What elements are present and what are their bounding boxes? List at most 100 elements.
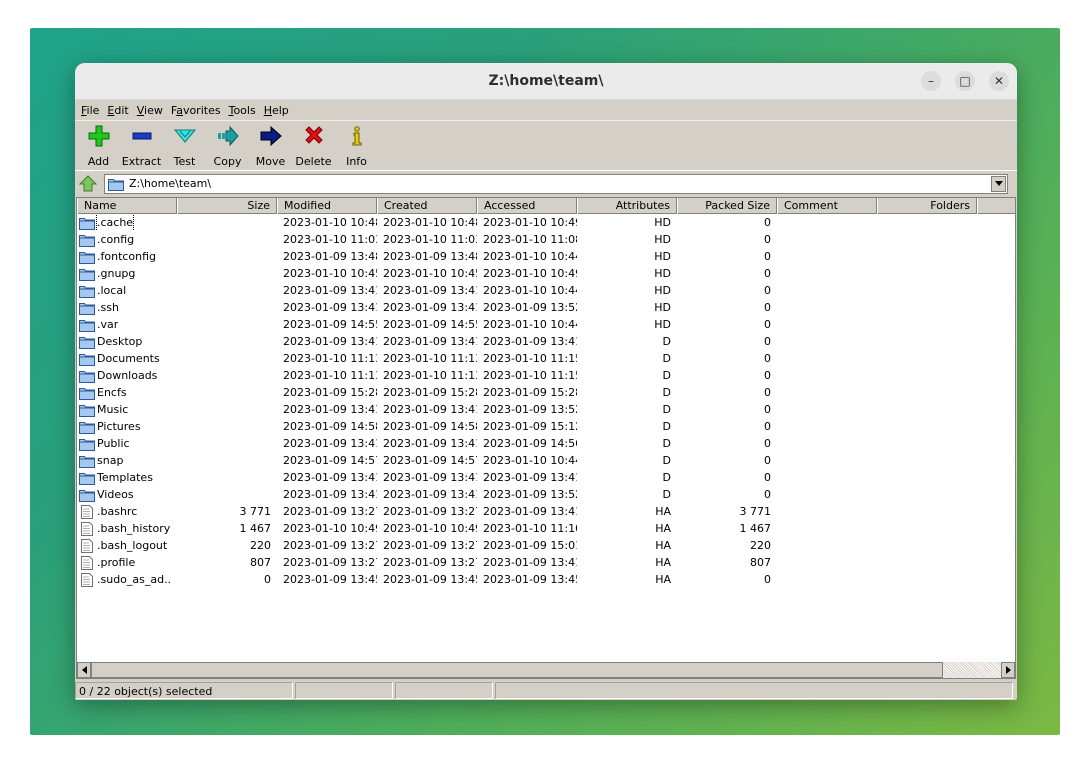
parent-folder-button[interactable] bbox=[78, 174, 98, 194]
cell-name: Music bbox=[77, 401, 177, 418]
cell-name: .config bbox=[77, 231, 177, 248]
column-header-folders[interactable]: Folders bbox=[877, 198, 977, 214]
column-header-name[interactable]: Name bbox=[77, 198, 177, 214]
menu-edit[interactable]: Edit bbox=[105, 104, 134, 117]
menu-favorites[interactable]: Favorites bbox=[169, 104, 227, 117]
cell-created: 2023-01-09 14:55 bbox=[383, 318, 477, 331]
table-row[interactable]: Templates 2023-01-09 13:41 2023-01-09 13:4… bbox=[77, 469, 1015, 486]
cell-accessed: 2023-01-09 13:45 bbox=[483, 573, 577, 586]
test-button[interactable]: Test bbox=[163, 123, 206, 170]
cell-packed-size: 220 bbox=[750, 539, 771, 552]
cell-attributes: HA bbox=[655, 539, 671, 552]
cell-attributes: D bbox=[662, 369, 671, 382]
cell-attributes: D bbox=[662, 386, 671, 399]
close-button[interactable]: ✕ bbox=[989, 71, 1009, 91]
copy-button[interactable]: Copy bbox=[206, 123, 249, 170]
move-button[interactable]: Move bbox=[249, 123, 292, 170]
cell-attributes: HD bbox=[654, 284, 671, 297]
table-row[interactable]: Videos 2023-01-09 13:41 2023-01-09 13:41 20… bbox=[77, 486, 1015, 503]
cell-packed-size: 807 bbox=[750, 556, 771, 569]
folder-icon bbox=[79, 472, 95, 485]
cell-size bbox=[177, 367, 277, 384]
cell-packed-size: 0 bbox=[764, 488, 771, 501]
cell-attributes: D bbox=[662, 335, 671, 348]
table-row[interactable]: .var 2023-01-09 14:55 2023-01-09 14:55 2023… bbox=[77, 316, 1015, 333]
scrollbar-thumb[interactable] bbox=[91, 662, 943, 678]
column-header-attributes[interactable]: Attributes bbox=[577, 198, 677, 214]
cell-modified: 2023-01-09 13:41 bbox=[283, 488, 377, 501]
file-list[interactable]: Name Size Modified Created Accessed Attr… bbox=[76, 197, 1016, 679]
scroll-left-button[interactable] bbox=[77, 662, 91, 678]
cell-size bbox=[177, 401, 277, 418]
folder-icon bbox=[79, 438, 95, 451]
file-name: Videos bbox=[97, 488, 134, 501]
menu-file[interactable]: File bbox=[79, 104, 105, 117]
table-row[interactable]: Music 2023-01-09 13:41 2023-01-09 13:41 202… bbox=[77, 401, 1015, 418]
cell-packed-size: 0 bbox=[764, 250, 771, 263]
cell-size bbox=[177, 418, 277, 435]
table-row[interactable]: .bash_history 1 467 2023-01-10 10:49 2023-0… bbox=[77, 520, 1015, 537]
file-name: Downloads bbox=[97, 369, 158, 382]
column-header-modified[interactable]: Modified bbox=[277, 198, 377, 214]
column-header-comment[interactable]: Comment bbox=[777, 198, 877, 214]
file-name: .profile bbox=[97, 556, 136, 569]
column-header-accessed[interactable]: Accessed bbox=[477, 198, 577, 214]
cell-accessed: 2023-01-09 15:01 bbox=[483, 539, 577, 552]
cell-packed-size: 3 771 bbox=[739, 505, 772, 518]
file-name: Pictures bbox=[97, 420, 141, 433]
cell-accessed: 2023-01-10 10:44 bbox=[483, 284, 577, 297]
scrollbar-track[interactable] bbox=[943, 662, 1001, 678]
cell-name: .sudo_as_ad... bbox=[77, 571, 177, 588]
cell-created: 2023-01-09 13:45 bbox=[383, 573, 477, 586]
delete-icon bbox=[304, 126, 323, 144]
table-row[interactable]: Encfs 2023-01-09 15:28 2023-01-09 15:28 202… bbox=[77, 384, 1015, 401]
cell-size bbox=[177, 350, 277, 367]
cell-created: 2023-01-09 13:27 bbox=[383, 539, 477, 552]
arrow-left-icon bbox=[81, 666, 87, 674]
extract-label: Extract bbox=[121, 155, 162, 168]
address-dropdown-button[interactable] bbox=[991, 175, 1006, 192]
column-header-created[interactable]: Created bbox=[377, 198, 477, 214]
cell-name: Public bbox=[77, 435, 177, 452]
minimize-button[interactable]: – bbox=[921, 71, 941, 91]
cell-packed-size: 0 bbox=[764, 386, 771, 399]
info-button[interactable]: Info bbox=[335, 123, 378, 170]
add-button[interactable]: Add bbox=[77, 123, 120, 170]
table-row[interactable]: .ssh 2023-01-09 13:41 2023-01-09 13:41 2023… bbox=[77, 299, 1015, 316]
scroll-right-button[interactable] bbox=[1001, 662, 1015, 678]
table-row[interactable]: snap 2023-01-09 14:57 2023-01-09 14:57 2023… bbox=[77, 452, 1015, 469]
cell-size bbox=[177, 214, 277, 231]
table-row[interactable]: .gnupg 2023-01-10 10:45 2023-01-10 10:45 20… bbox=[77, 265, 1015, 282]
table-row[interactable]: .config 2023-01-10 11:03 2023-01-10 11:03 2… bbox=[77, 231, 1015, 248]
add-icon bbox=[88, 125, 109, 147]
extract-button[interactable]: Extract bbox=[120, 123, 163, 170]
table-row[interactable]: Downloads 2023-01-10 11:13 2023-01-10 11:1… bbox=[77, 367, 1015, 384]
cell-modified: 2023-01-09 13:41 bbox=[283, 301, 377, 314]
table-row[interactable]: .bash_logout 220 2023-01-09 13:27 2023-01-0… bbox=[77, 537, 1015, 554]
cell-accessed: 2023-01-09 13:52 bbox=[483, 488, 577, 501]
maximize-button[interactable]: □ bbox=[955, 71, 975, 91]
table-row[interactable]: .sudo_as_ad... 0 2023-01-09 13:45 2023-01-0… bbox=[77, 571, 1015, 588]
file-name: .local bbox=[97, 284, 127, 297]
menu-view[interactable]: View bbox=[135, 104, 169, 117]
delete-button[interactable]: Delete bbox=[292, 123, 335, 170]
table-row[interactable]: .cache 2023-01-10 10:48 2023-01-10 10:48 20… bbox=[77, 214, 1015, 231]
horizontal-scrollbar[interactable] bbox=[77, 662, 1015, 678]
cell-attributes: HD bbox=[654, 267, 671, 280]
menu-tools[interactable]: Tools bbox=[227, 104, 262, 117]
table-row[interactable]: .fontconfig 2023-01-09 13:48 2023-01-09 13… bbox=[77, 248, 1015, 265]
table-row[interactable]: .bashrc 3 771 2023-01-09 13:27 2023-01-09 1… bbox=[77, 503, 1015, 520]
table-row[interactable]: .profile 807 2023-01-09 13:27 2023-01-09 13… bbox=[77, 554, 1015, 571]
table-row[interactable]: .local 2023-01-09 13:41 2023-01-09 13:41 20… bbox=[77, 282, 1015, 299]
column-header-size[interactable]: Size bbox=[177, 198, 277, 214]
maximize-icon: □ bbox=[959, 74, 971, 88]
cell-attributes: HA bbox=[655, 556, 671, 569]
table-row[interactable]: Public 2023-01-09 13:41 2023-01-09 13:41 20… bbox=[77, 435, 1015, 452]
cell-modified: 2023-01-09 13:41 bbox=[283, 471, 377, 484]
address-input[interactable]: Z:\home\team\ bbox=[104, 173, 1008, 194]
table-row[interactable]: Pictures 2023-01-09 14:58 2023-01-09 14:58… bbox=[77, 418, 1015, 435]
menu-help[interactable]: Help bbox=[262, 104, 295, 117]
column-header-packed-size[interactable]: Packed Size bbox=[677, 198, 777, 214]
table-row[interactable]: Documents 2023-01-10 11:13 2023-01-10 11:1… bbox=[77, 350, 1015, 367]
table-row[interactable]: Desktop 2023-01-09 13:41 2023-01-09 13:41 2… bbox=[77, 333, 1015, 350]
